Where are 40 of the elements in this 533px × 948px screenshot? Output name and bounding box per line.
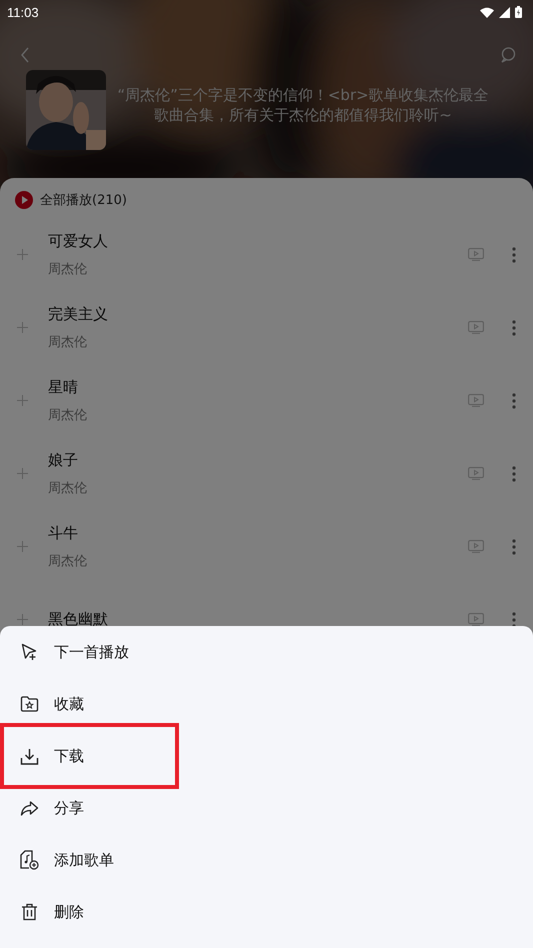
song-artist: 周杰伦 [48, 260, 88, 278]
video-icon[interactable] [468, 321, 484, 334]
play-all-button[interactable]: 全部播放(210) [40, 191, 127, 209]
song-artist: 周杰伦 [48, 552, 88, 570]
video-icon[interactable] [468, 248, 484, 261]
video-icon[interactable] [468, 467, 484, 480]
song-artist: 周杰伦 [48, 480, 88, 496]
song-title: 斗牛 [48, 524, 79, 542]
add-icon[interactable] [17, 468, 28, 479]
video-icon[interactable] [468, 613, 484, 626]
song-title: 可爱女人 [48, 232, 109, 250]
song-row[interactable]: 斗牛 周杰伦 [0, 510, 533, 583]
song-artist: 周杰伦 [48, 334, 88, 350]
add-icon[interactable] [17, 541, 28, 552]
song-title: 完美主义 [48, 304, 109, 324]
song-artist: 周杰伦 [48, 406, 88, 424]
add-icon[interactable] [17, 614, 28, 625]
song-title: 娘子 [48, 450, 79, 470]
menu-item[interactable]: 添加歌单 [0, 834, 179, 886]
song-title: 星晴 [48, 378, 79, 396]
song-row[interactable]: 可爱女人 周杰伦 [0, 218, 533, 291]
trash-icon [20, 903, 39, 921]
song-row[interactable]: 完美主义 周杰伦 [0, 291, 533, 364]
download-icon [20, 748, 39, 764]
add-icon[interactable] [17, 322, 28, 333]
song-title: 黑色幽默 [48, 610, 109, 629]
song-row[interactable]: 娘子 周杰伦 [0, 437, 533, 510]
menu-item[interactable]: 删除 [0, 886, 179, 938]
add-icon[interactable] [17, 249, 28, 260]
music-file-plus-icon [20, 850, 39, 870]
menu-item[interactable]: 下载 [0, 723, 179, 789]
menu-item[interactable]: 下一首播放 [0, 626, 179, 678]
song-row[interactable]: 星晴 周杰伦 [0, 364, 533, 437]
video-icon[interactable] [468, 394, 484, 407]
add-icon[interactable] [17, 395, 28, 406]
share-icon [20, 800, 39, 816]
play-icon[interactable] [15, 191, 33, 209]
cursor-plus-icon [20, 643, 39, 661]
folder-star-icon [20, 696, 39, 712]
video-icon[interactable] [468, 540, 484, 553]
